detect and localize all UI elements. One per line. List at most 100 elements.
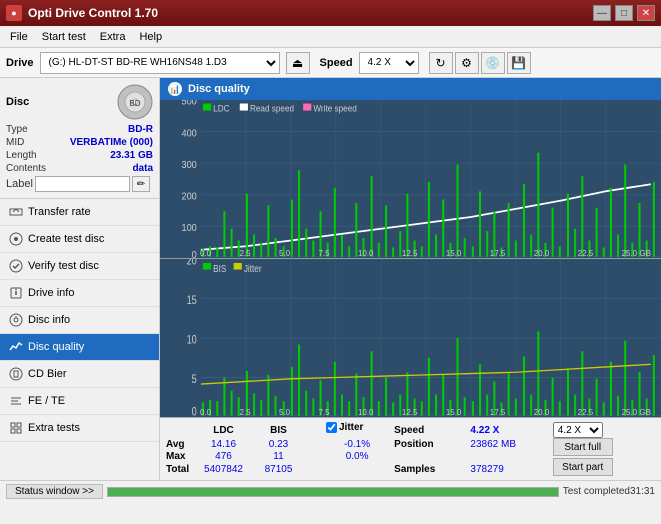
sidebar-item-disc-quality[interactable]: Disc quality [0, 334, 159, 361]
disc-button[interactable]: 💿 [481, 52, 505, 74]
sidebar-item-extra-tests[interactable]: Extra tests [0, 415, 159, 442]
disc-length-row: Length 23.31 GB [6, 150, 153, 161]
svg-text:BIS: BIS [213, 262, 226, 274]
sidebar-label-extra-tests: Extra tests [28, 422, 80, 434]
chart-title: Disc quality [188, 83, 250, 95]
sidebar-item-cd-bier[interactable]: CD Bier [0, 361, 159, 388]
create-test-disc-icon [8, 231, 24, 247]
drive-icon-buttons: ↻ ⚙ 💿 💾 [429, 52, 531, 74]
cd-bier-icon [8, 366, 24, 382]
disc-panel: Disc BD Type BD-R MID VERBATIMe (000) Le… [0, 78, 159, 199]
eject-button[interactable]: ⏏ [286, 52, 310, 74]
menu-start-test[interactable]: Start test [36, 30, 92, 44]
disc-mid-row: MID VERBATIMe (000) [6, 137, 153, 148]
sidebar-item-create-test-disc[interactable]: Create test disc [0, 226, 159, 253]
bis-chart-svg: 20 15 10 5 0 10% 8% 6% 4% 2% BIS Jitter [160, 259, 661, 417]
disc-type-label: Type [6, 124, 28, 135]
time-display: 31:31 [630, 486, 655, 497]
svg-text:15: 15 [187, 294, 197, 307]
sidebar-item-transfer-rate[interactable]: Transfer rate [0, 199, 159, 226]
sidebar-label-disc-info: Disc info [28, 314, 70, 326]
start-part-button[interactable]: Start part [553, 458, 613, 476]
jitter-checkbox[interactable] [326, 422, 337, 433]
sidebar-item-drive-info[interactable]: Drive info [0, 280, 159, 307]
main-content: Disc BD Type BD-R MID VERBATIMe (000) Le… [0, 78, 661, 480]
total-ldc: 5407842 [196, 463, 251, 476]
avg-ldc: 14.16 [196, 438, 251, 451]
drive-label: Drive [6, 57, 34, 69]
svg-text:0: 0 [192, 406, 197, 417]
max-label: Max [166, 451, 196, 464]
start-full-button[interactable]: Start full [553, 438, 613, 456]
x-axis-labels-bottom: 0.0 2.5 5.0 7.5 10.0 12.5 15.0 17.5 20.0… [200, 408, 651, 417]
sidebar-label-cd-bier: CD Bier [28, 368, 67, 380]
disc-info-icon [8, 312, 24, 328]
speed-stat-header: Speed [388, 422, 466, 438]
status-window-button[interactable]: Status window >> [6, 484, 103, 499]
stats-panel: LDC BIS Jitter Speed 4.22 X [160, 417, 661, 480]
disc-label-input[interactable] [35, 176, 130, 192]
svg-text:400: 400 [181, 128, 197, 140]
bis-header: BIS [251, 422, 306, 438]
svg-text:Jitter: Jitter [244, 262, 262, 274]
disc-length-label: Length [6, 150, 37, 161]
svg-text:BD: BD [129, 99, 140, 108]
svg-text:200: 200 [181, 191, 197, 203]
total-label: Total [166, 463, 196, 476]
disc-graphic: BD [117, 84, 153, 120]
progress-bar [107, 487, 559, 497]
disc-type-value: BD-R [128, 124, 153, 135]
sidebar-item-fe-te[interactable]: FE / TE [0, 388, 159, 415]
app-icon: ● [6, 5, 22, 21]
drive-bar: Drive (G:) HL-DT-ST BD-RE WH16NS48 1.D3 … [0, 48, 661, 78]
chart-header: 📊 Disc quality [160, 78, 661, 100]
disc-length-value: 23.31 GB [110, 150, 153, 161]
fe-te-icon [8, 393, 24, 409]
app-title: Opti Drive Control 1.70 [28, 6, 158, 20]
chart-header-icon: 📊 [168, 82, 182, 96]
refresh-button[interactable]: ↻ [429, 52, 453, 74]
disc-label-row: Label ✏ [6, 176, 153, 192]
sidebar: Disc BD Type BD-R MID VERBATIMe (000) Le… [0, 78, 160, 480]
disc-label-edit-button[interactable]: ✏ [132, 176, 150, 192]
minimize-button[interactable]: — [593, 5, 611, 21]
stats-table: LDC BIS Jitter Speed 4.22 X [166, 422, 655, 476]
speed-stat-select[interactable]: 4.2 X [553, 422, 603, 438]
avg-bis: 0.23 [251, 438, 306, 451]
sidebar-item-disc-info[interactable]: Disc info [0, 307, 159, 334]
menu-bar: File Start test Extra Help [0, 26, 661, 48]
avg-jitter: -0.1% [326, 438, 388, 451]
sidebar-item-verify-test-disc[interactable]: Verify test disc [0, 253, 159, 280]
svg-text:500: 500 [181, 100, 197, 108]
close-button[interactable]: ✕ [637, 5, 655, 21]
transfer-rate-icon [8, 204, 24, 220]
svg-text:5: 5 [192, 373, 197, 386]
menu-file[interactable]: File [4, 30, 34, 44]
max-ldc: 476 [196, 451, 251, 464]
svg-text:Write speed: Write speed [313, 103, 357, 114]
disc-header: Disc BD [6, 84, 153, 120]
save-button[interactable]: 💾 [507, 52, 531, 74]
drive-info-icon [8, 285, 24, 301]
maximize-button[interactable]: □ [615, 5, 633, 21]
settings-button[interactable]: ⚙ [455, 52, 479, 74]
disc-label-label: Label [6, 178, 33, 190]
x-axis-labels-top: 0.0 2.5 5.0 7.5 10.0 12.5 15.0 17.5 20.0… [200, 249, 651, 258]
extra-tests-icon [8, 420, 24, 436]
menu-help[interactable]: Help [133, 30, 168, 44]
jitter-header: Jitter [339, 422, 363, 433]
verify-test-disc-icon [8, 258, 24, 274]
disc-quality-icon [8, 339, 24, 355]
ldc-chart-svg: 500 400 300 200 100 0 18X 16X 14X 12X 10… [160, 100, 661, 258]
disc-title: Disc [6, 96, 29, 108]
svg-text:20: 20 [187, 259, 197, 268]
drive-select[interactable]: (G:) HL-DT-ST BD-RE WH16NS48 1.D3 [40, 52, 280, 74]
sidebar-label-drive-info: Drive info [28, 287, 74, 299]
menu-extra[interactable]: Extra [94, 30, 132, 44]
svg-text:0: 0 [192, 249, 198, 258]
status-bar: Status window >> Test completed 31:31 [0, 480, 661, 502]
disc-contents-row: Contents data [6, 163, 153, 174]
disc-contents-label: Contents [6, 163, 46, 174]
speed-select[interactable]: 4.2 X [359, 52, 419, 74]
bis-chart: 20 15 10 5 0 10% 8% 6% 4% 2% BIS Jitter [160, 259, 661, 417]
